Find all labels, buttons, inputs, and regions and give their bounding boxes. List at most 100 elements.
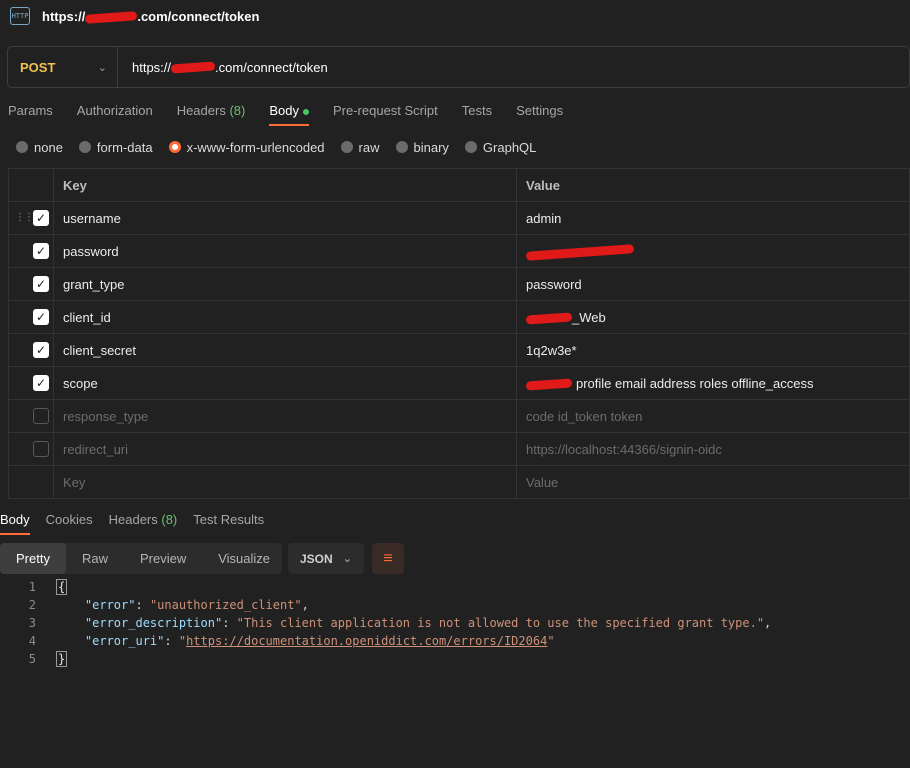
request-tabs: Params Authorization Headers (8) Body Pr… bbox=[8, 98, 587, 126]
radio-icon bbox=[340, 141, 353, 153]
param-key[interactable]: response_type bbox=[53, 399, 517, 433]
new-value-input[interactable]: Value bbox=[516, 465, 910, 499]
tab-authorization[interactable]: Authorization bbox=[77, 98, 153, 126]
param-key[interactable]: username bbox=[53, 201, 517, 235]
table-row-new: Key Value bbox=[8, 465, 910, 499]
row-checkbox[interactable]: ✓ bbox=[33, 210, 49, 226]
tab-body[interactable]: Body bbox=[269, 98, 309, 126]
param-key[interactable]: client_id bbox=[53, 300, 517, 334]
response-body: 1 { 2 "error": "unauthorized_client", 3 … bbox=[0, 578, 910, 668]
param-key[interactable]: password bbox=[53, 234, 517, 268]
tab-pre-request-script[interactable]: Pre-request Script bbox=[333, 98, 438, 126]
body-type-none[interactable]: none bbox=[16, 140, 63, 155]
param-value[interactable]: 1q2w3e* bbox=[516, 333, 910, 367]
redacted-mark bbox=[170, 60, 216, 74]
param-key[interactable]: client_secret bbox=[53, 333, 517, 367]
title-bar: HTTP https://.com/connect/token bbox=[0, 0, 910, 32]
view-preview-button[interactable]: Preview bbox=[124, 543, 202, 574]
param-value[interactable]: https://localhost:44366/signin-oidc bbox=[516, 432, 910, 466]
row-checkbox[interactable]: ✓ bbox=[33, 309, 49, 325]
response-tab-test-results[interactable]: Test Results bbox=[193, 507, 264, 535]
line-number: 1 bbox=[28, 580, 36, 594]
param-value[interactable]: password bbox=[516, 267, 910, 301]
body-type-graphql[interactable]: GraphQL bbox=[464, 140, 536, 155]
view-pretty-button[interactable]: Pretty bbox=[0, 543, 66, 574]
body-type-options: none form-data x-www-form-urlencoded raw… bbox=[16, 139, 552, 155]
format-select[interactable]: JSON ⌄ bbox=[288, 543, 364, 574]
row-checkbox[interactable]: ✓ bbox=[33, 342, 49, 358]
url-input[interactable]: https://.com/connect/token bbox=[118, 60, 328, 75]
param-key[interactable]: grant_type bbox=[53, 267, 517, 301]
view-mode-segmented: Pretty Raw Preview Visualize bbox=[0, 543, 282, 574]
table-row: ✓ client_id _Web bbox=[8, 300, 910, 334]
radio-icon bbox=[395, 141, 408, 153]
table-header-row: Key Value bbox=[8, 168, 910, 202]
redacted-mark bbox=[525, 311, 573, 325]
response-tab-cookies[interactable]: Cookies bbox=[46, 507, 93, 535]
key-column-header: Key bbox=[53, 168, 517, 202]
table-row: ✓ password bbox=[8, 234, 910, 268]
headers-count: (8) bbox=[229, 103, 246, 118]
response-tab-body[interactable]: Body bbox=[0, 507, 30, 535]
body-type-urlencoded[interactable]: x-www-form-urlencoded bbox=[168, 140, 325, 155]
code-line: 4 "error_uri": "https://documentation.op… bbox=[0, 632, 910, 650]
param-value[interactable]: profile email address roles offline_acce… bbox=[516, 366, 910, 400]
row-checkbox[interactable]: ✓ bbox=[33, 276, 49, 292]
row-checkbox[interactable]: ✓ bbox=[33, 243, 49, 259]
param-value[interactable] bbox=[516, 234, 910, 268]
json-key: "error" bbox=[84, 598, 136, 612]
redacted-mark bbox=[525, 377, 573, 391]
param-value[interactable]: code id_token token bbox=[516, 399, 910, 433]
row-checkbox[interactable] bbox=[33, 408, 49, 424]
param-key[interactable]: redirect_uri bbox=[53, 432, 517, 466]
row-checkbox[interactable]: ✓ bbox=[33, 375, 49, 391]
json-key: "error_uri" bbox=[84, 634, 165, 648]
radio-icon bbox=[464, 141, 477, 153]
json-string: "This client application is not allowed … bbox=[236, 616, 765, 630]
new-key-input[interactable]: Key bbox=[53, 465, 517, 499]
table-row: response_type code id_token token bbox=[8, 399, 910, 433]
param-value[interactable]: _Web bbox=[516, 300, 910, 334]
http-request-icon: HTTP bbox=[10, 7, 30, 25]
response-tab-headers[interactable]: Headers (8) bbox=[109, 507, 178, 535]
chevron-down-icon: ⌄ bbox=[97, 61, 107, 74]
method-select[interactable]: POST ⌄ bbox=[8, 47, 118, 87]
redacted-mark bbox=[525, 243, 635, 261]
error-uri-link[interactable]: https://documentation.openiddict.com/err… bbox=[186, 634, 547, 648]
chevron-down-icon: ⌄ bbox=[342, 553, 352, 565]
method-label: POST bbox=[20, 59, 56, 75]
param-value[interactable]: admin bbox=[516, 201, 910, 235]
row-checkbox[interactable] bbox=[33, 441, 49, 457]
param-key[interactable]: scope bbox=[53, 366, 517, 400]
body-type-raw[interactable]: raw bbox=[340, 140, 380, 155]
response-view-bar: Pretty Raw Preview Visualize JSON ⌄ ≡ bbox=[0, 543, 404, 574]
tab-tests[interactable]: Tests bbox=[462, 98, 492, 126]
tab-params[interactable]: Params bbox=[8, 98, 53, 126]
tab-settings[interactable]: Settings bbox=[516, 98, 563, 126]
code-line: 5 } bbox=[0, 650, 910, 668]
table-row: ✓ client_secret 1q2w3e* bbox=[8, 333, 910, 367]
drag-handle-icon[interactable]: ⋮⋮ bbox=[15, 213, 34, 223]
table-row: ✓ scope profile email address roles offl… bbox=[8, 366, 910, 400]
redacted-mark bbox=[85, 10, 138, 24]
close-brace[interactable]: } bbox=[56, 651, 68, 667]
radio-selected-icon bbox=[168, 141, 181, 153]
view-raw-button[interactable]: Raw bbox=[66, 543, 124, 574]
response-tabs: Body Cookies Headers (8) Test Results bbox=[0, 507, 280, 535]
url-bar: POST ⌄ https://.com/connect/token bbox=[7, 46, 910, 88]
view-visualize-button[interactable]: Visualize bbox=[202, 543, 286, 574]
body-type-form-data[interactable]: form-data bbox=[78, 140, 153, 155]
tab-headers[interactable]: Headers (8) bbox=[177, 98, 246, 126]
body-type-binary[interactable]: binary bbox=[395, 140, 449, 155]
line-number: 5 bbox=[28, 652, 36, 666]
status-dot-icon bbox=[302, 108, 309, 115]
header-check-cell bbox=[8, 168, 54, 202]
code-line: 3 "error_description": "This client appl… bbox=[0, 614, 910, 632]
line-number: 4 bbox=[28, 634, 36, 648]
wrap-lines-icon[interactable]: ≡ bbox=[372, 543, 404, 574]
json-key: "error_description" bbox=[84, 616, 223, 630]
table-row: ✓ grant_type password bbox=[8, 267, 910, 301]
radio-icon bbox=[16, 141, 28, 153]
code-line: 2 "error": "unauthorized_client", bbox=[0, 596, 910, 614]
open-brace[interactable]: { bbox=[56, 579, 68, 595]
